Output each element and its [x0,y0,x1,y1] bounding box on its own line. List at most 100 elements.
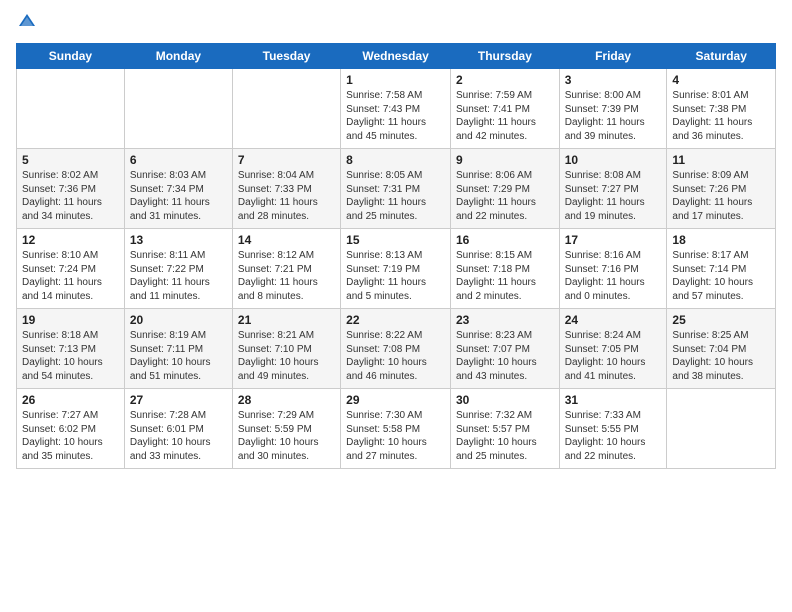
day-number: 12 [22,233,119,247]
day-info: Sunrise: 8:13 AM Sunset: 7:19 PM Dayligh… [346,249,445,303]
day-info: Sunrise: 8:23 AM Sunset: 7:07 PM Dayligh… [456,329,554,383]
header [16,12,776,35]
day-info: Sunrise: 8:01 AM Sunset: 7:38 PM Dayligh… [672,89,770,143]
day-info: Sunrise: 8:06 AM Sunset: 7:29 PM Dayligh… [456,169,554,223]
day-number: 11 [672,153,770,167]
calendar-cell: 6 Sunrise: 8:03 AM Sunset: 7:34 PM Daylig… [124,149,232,229]
calendar-cell: 26 Sunrise: 7:27 AM Sunset: 6:02 PM Dayli… [17,389,125,469]
calendar-cell: 24 Sunrise: 8:24 AM Sunset: 7:05 PM Dayli… [559,309,667,389]
day-info: Sunrise: 8:09 AM Sunset: 7:26 PM Dayligh… [672,169,770,223]
day-info: Sunrise: 8:12 AM Sunset: 7:21 PM Dayligh… [238,249,335,303]
day-number: 23 [456,313,554,327]
day-info: Sunrise: 8:11 AM Sunset: 7:22 PM Dayligh… [130,249,227,303]
calendar-cell: 17 Sunrise: 8:16 AM Sunset: 7:16 PM Dayli… [559,229,667,309]
day-info: Sunrise: 8:15 AM Sunset: 7:18 PM Dayligh… [456,249,554,303]
calendar-cell: 16 Sunrise: 8:15 AM Sunset: 7:18 PM Dayli… [450,229,559,309]
day-number: 3 [565,73,662,87]
day-info: Sunrise: 8:19 AM Sunset: 7:11 PM Dayligh… [130,329,227,383]
calendar-cell: 19 Sunrise: 8:18 AM Sunset: 7:13 PM Dayli… [17,309,125,389]
day-number: 15 [346,233,445,247]
calendar-cell: 9 Sunrise: 8:06 AM Sunset: 7:29 PM Daylig… [450,149,559,229]
day-info: Sunrise: 7:30 AM Sunset: 5:58 PM Dayligh… [346,409,445,463]
day-number: 29 [346,393,445,407]
calendar-header: SundayMondayTuesdayWednesdayThursdayFrid… [17,44,776,69]
calendar-cell: 14 Sunrise: 8:12 AM Sunset: 7:21 PM Dayli… [232,229,340,309]
logo-icon [18,12,36,30]
day-info: Sunrise: 7:58 AM Sunset: 7:43 PM Dayligh… [346,89,445,143]
day-number: 31 [565,393,662,407]
calendar-cell [17,69,125,149]
week-row-2: 5Sunrise: 8:02 AM Sunset: 7:36 PM Daylig… [17,149,776,229]
calendar-cell: 11 Sunrise: 8:09 AM Sunset: 7:26 PM Dayli… [667,149,776,229]
day-number: 20 [130,313,227,327]
calendar-cell: 18 Sunrise: 8:17 AM Sunset: 7:14 PM Dayli… [667,229,776,309]
day-info: Sunrise: 8:24 AM Sunset: 7:05 PM Dayligh… [565,329,662,383]
day-number: 27 [130,393,227,407]
day-info: Sunrise: 7:32 AM Sunset: 5:57 PM Dayligh… [456,409,554,463]
day-info: Sunrise: 8:22 AM Sunset: 7:08 PM Dayligh… [346,329,445,383]
weekday-header-tuesday: Tuesday [232,44,340,69]
day-info: Sunrise: 8:18 AM Sunset: 7:13 PM Dayligh… [22,329,119,383]
calendar-cell: 1 Sunrise: 7:58 AM Sunset: 7:43 PM Daylig… [341,69,451,149]
calendar-body: 1 Sunrise: 7:58 AM Sunset: 7:43 PM Daylig… [17,69,776,469]
weekday-header-sunday: Sunday [17,44,125,69]
week-row-5: 26 Sunrise: 7:27 AM Sunset: 6:02 PM Dayli… [17,389,776,469]
calendar-cell: 13 Sunrise: 8:11 AM Sunset: 7:22 PM Dayli… [124,229,232,309]
day-number: 18 [672,233,770,247]
day-number: 9 [456,153,554,167]
day-info: Sunrise: 8:16 AM Sunset: 7:16 PM Dayligh… [565,249,662,303]
calendar-cell: 22 Sunrise: 8:22 AM Sunset: 7:08 PM Dayli… [341,309,451,389]
day-info: Sunrise: 8:17 AM Sunset: 7:14 PM Dayligh… [672,249,770,303]
calendar-cell: 10Sunrise: 8:08 AM Sunset: 7:27 PM Dayli… [559,149,667,229]
day-number: 6 [130,153,227,167]
calendar-cell: 27 Sunrise: 7:28 AM Sunset: 6:01 PM Dayli… [124,389,232,469]
day-info: Sunrise: 7:29 AM Sunset: 5:59 PM Dayligh… [238,409,335,463]
calendar-cell: 21Sunrise: 8:21 AM Sunset: 7:10 PM Dayli… [232,309,340,389]
calendar-cell: 7Sunrise: 8:04 AM Sunset: 7:33 PM Daylig… [232,149,340,229]
calendar-cell: 25 Sunrise: 8:25 AM Sunset: 7:04 PM Dayli… [667,309,776,389]
day-number: 2 [456,73,554,87]
weekday-row: SundayMondayTuesdayWednesdayThursdayFrid… [17,44,776,69]
day-info: Sunrise: 8:25 AM Sunset: 7:04 PM Dayligh… [672,329,770,383]
weekday-header-wednesday: Wednesday [341,44,451,69]
calendar-cell [124,69,232,149]
calendar-cell: 12Sunrise: 8:10 AM Sunset: 7:24 PM Dayli… [17,229,125,309]
weekday-header-monday: Monday [124,44,232,69]
weekday-header-thursday: Thursday [450,44,559,69]
day-number: 14 [238,233,335,247]
calendar-cell: 15 Sunrise: 8:13 AM Sunset: 7:19 PM Dayli… [341,229,451,309]
logo [16,12,38,35]
calendar-cell: 4Sunrise: 8:01 AM Sunset: 7:38 PM Daylig… [667,69,776,149]
day-info: Sunrise: 8:03 AM Sunset: 7:34 PM Dayligh… [130,169,227,223]
day-number: 17 [565,233,662,247]
day-number: 5 [22,153,119,167]
calendar-cell: 8Sunrise: 8:05 AM Sunset: 7:31 PM Daylig… [341,149,451,229]
week-row-3: 12Sunrise: 8:10 AM Sunset: 7:24 PM Dayli… [17,229,776,309]
calendar-cell [667,389,776,469]
day-number: 26 [22,393,119,407]
calendar-cell: 3Sunrise: 8:00 AM Sunset: 7:39 PM Daylig… [559,69,667,149]
calendar-cell: 29 Sunrise: 7:30 AM Sunset: 5:58 PM Dayli… [341,389,451,469]
calendar-cell: 23 Sunrise: 8:23 AM Sunset: 7:07 PM Dayli… [450,309,559,389]
day-info: Sunrise: 7:28 AM Sunset: 6:01 PM Dayligh… [130,409,227,463]
day-number: 13 [130,233,227,247]
day-number: 25 [672,313,770,327]
calendar: SundayMondayTuesdayWednesdayThursdayFrid… [16,43,776,469]
weekday-header-friday: Friday [559,44,667,69]
day-info: Sunrise: 7:27 AM Sunset: 6:02 PM Dayligh… [22,409,119,463]
calendar-cell: 2Sunrise: 7:59 AM Sunset: 7:41 PM Daylig… [450,69,559,149]
day-info: Sunrise: 8:05 AM Sunset: 7:31 PM Dayligh… [346,169,445,223]
calendar-cell [232,69,340,149]
calendar-cell: 30Sunrise: 7:32 AM Sunset: 5:57 PM Dayli… [450,389,559,469]
day-info: Sunrise: 8:04 AM Sunset: 7:33 PM Dayligh… [238,169,335,223]
calendar-cell: 28Sunrise: 7:29 AM Sunset: 5:59 PM Dayli… [232,389,340,469]
day-number: 1 [346,73,445,87]
day-number: 19 [22,313,119,327]
calendar-cell: 5Sunrise: 8:02 AM Sunset: 7:36 PM Daylig… [17,149,125,229]
day-number: 16 [456,233,554,247]
day-number: 24 [565,313,662,327]
week-row-1: 1 Sunrise: 7:58 AM Sunset: 7:43 PM Daylig… [17,69,776,149]
day-number: 22 [346,313,445,327]
calendar-cell: 31Sunrise: 7:33 AM Sunset: 5:55 PM Dayli… [559,389,667,469]
day-info: Sunrise: 8:08 AM Sunset: 7:27 PM Dayligh… [565,169,662,223]
